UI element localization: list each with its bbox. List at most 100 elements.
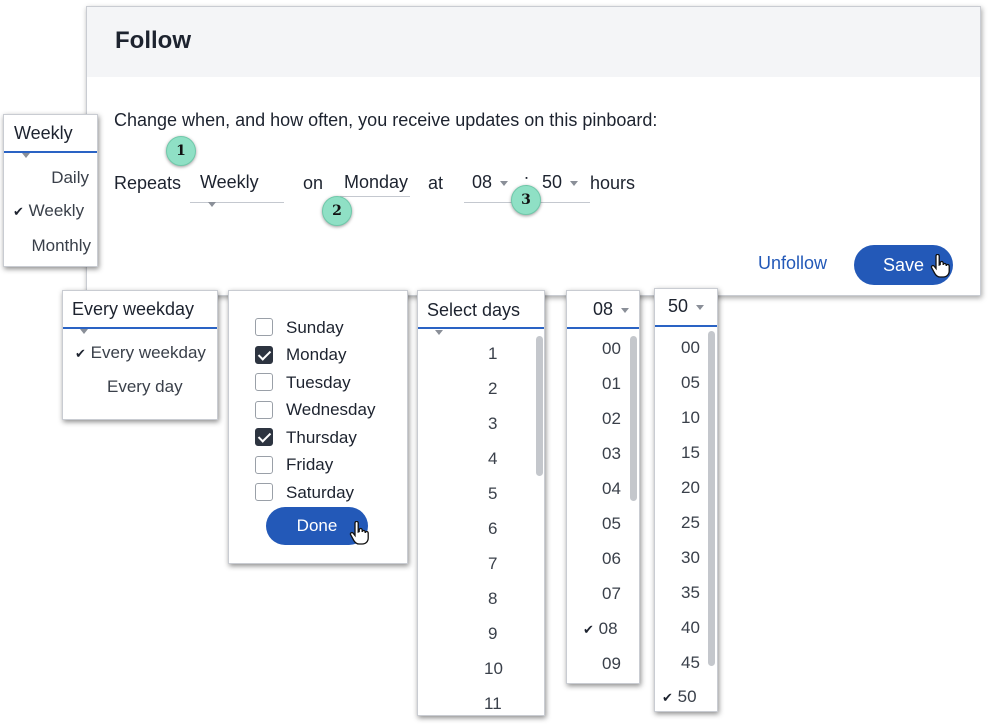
checkbox-saturday[interactable]	[255, 483, 273, 501]
chevron-down-icon	[500, 180, 509, 186]
at-label: at	[428, 173, 444, 193]
unfollow-button[interactable]: Unfollow	[758, 253, 827, 274]
minute-select[interactable]: 50	[534, 169, 590, 203]
minute-dropdown-header[interactable]: 50	[655, 289, 717, 327]
hour-option[interactable]: 00	[602, 339, 621, 359]
minute-option[interactable]: 45	[681, 653, 700, 673]
minute-option[interactable]: 10	[681, 408, 700, 428]
frequency-dropdown-value: Weekly	[14, 123, 73, 143]
day-number-option[interactable]: 10	[484, 659, 503, 679]
dialog-title: Follow	[115, 27, 191, 54]
checkbox-label-thursday: Thursday	[286, 428, 357, 447]
day-number-option[interactable]: 2	[488, 379, 497, 399]
day-number-option[interactable]: 1	[488, 344, 497, 364]
frequency-select[interactable]: Weekly	[190, 169, 284, 207]
chevron-down-icon	[80, 328, 88, 334]
weekday-option-every-weekday[interactable]: ✔ Every weekday	[75, 343, 206, 363]
hour-option[interactable]: 07	[602, 584, 621, 604]
checkbox-friday[interactable]	[255, 456, 273, 474]
checkbox-label-monday: Monday	[286, 345, 347, 364]
frequency-dropdown-header[interactable]: Weekly	[4, 115, 97, 158]
days-checklist: Sunday Monday Tuesday Wednesday Thursday…	[228, 290, 408, 564]
follow-dialog: Follow Change when, and how often, you r…	[86, 6, 981, 296]
minute-dropdown-value: 50	[668, 296, 689, 316]
weekday-dropdown-value: Every weekday	[72, 299, 195, 319]
minute-option[interactable]: 20	[681, 478, 700, 498]
hour-option[interactable]: 01	[602, 374, 621, 394]
checkbox-tuesday[interactable]	[255, 373, 273, 391]
day-number-option[interactable]: 11	[484, 694, 502, 714]
weekday-dropdown: Every weekday ✔ Every weekday Every day	[62, 290, 218, 420]
frequency-option-monthly[interactable]: Monthly	[31, 236, 91, 256]
day-number-option[interactable]: 3	[488, 414, 497, 434]
select-days-dropdown: Select days 1 2 3 4 5 6 7 8 9 10 11	[417, 290, 545, 716]
scrollbar[interactable]	[708, 331, 715, 666]
hour-option-selected-label: 08	[598, 619, 618, 638]
hour-option-selected[interactable]: ✔ 08	[583, 619, 618, 639]
hour-option[interactable]: 04	[602, 479, 621, 499]
minute-option-selected-label: 50	[677, 687, 697, 706]
weekday-option-every-day[interactable]: Every day	[107, 377, 183, 397]
frequency-option-weekly-label: Weekly	[28, 201, 85, 220]
chevron-down-icon	[696, 304, 705, 310]
minute-option[interactable]: 05	[681, 373, 700, 393]
day-number-option[interactable]: 4	[488, 449, 497, 469]
repeats-label: Repeats	[114, 173, 182, 193]
hour-option[interactable]: 06	[602, 549, 621, 569]
frequency-option-daily[interactable]: Daily	[51, 168, 89, 188]
checkbox-sunday[interactable]	[255, 318, 273, 336]
scrollbar[interactable]	[630, 336, 637, 501]
minute-select-value: 50	[542, 172, 563, 192]
hour-option[interactable]: 02	[602, 409, 621, 429]
chevron-down-icon	[570, 180, 579, 186]
day-number-option[interactable]: 5	[488, 484, 497, 504]
minute-dropdown: 50 00 05 10 15 20 25 30 35 40 45 ✔ 50	[654, 288, 718, 712]
hour-dropdown-value: 08	[593, 299, 614, 319]
checkbox-wednesday[interactable]	[255, 401, 273, 419]
check-icon: ✔	[13, 204, 24, 219]
callout-badge-2: 2	[322, 196, 352, 226]
hour-option[interactable]: 05	[602, 514, 621, 534]
dialog-description: Change when, and how often, you receive …	[114, 110, 658, 130]
callout-badge-3: 3	[511, 185, 541, 215]
callout-badge-1: 1	[166, 136, 196, 166]
checkbox-label-wednesday: Wednesday	[286, 400, 376, 419]
minute-option[interactable]: 35	[681, 583, 700, 603]
checkbox-label-saturday: Saturday	[286, 483, 355, 502]
weekday-dropdown-header[interactable]: Every weekday	[63, 291, 217, 334]
check-icon: ✔	[662, 690, 673, 705]
day-number-option[interactable]: 8	[488, 589, 497, 609]
checkbox-thursday[interactable]	[255, 428, 273, 446]
checkbox-label-friday: Friday	[286, 455, 334, 474]
chevron-down-icon	[435, 329, 443, 335]
minute-option[interactable]: 30	[681, 548, 700, 568]
frequency-select-value: Weekly	[200, 172, 259, 192]
chevron-down-icon	[208, 201, 216, 207]
minute-option-selected[interactable]: ✔ 50	[662, 687, 697, 707]
minute-option[interactable]: 25	[681, 513, 700, 533]
minute-option[interactable]: 40	[681, 618, 700, 638]
day-select[interactable]: Monday	[340, 169, 410, 197]
hour-option[interactable]: 03	[602, 444, 621, 464]
checkbox-monday[interactable]	[255, 346, 273, 364]
scrollbar[interactable]	[536, 336, 543, 476]
check-icon: ✔	[583, 622, 594, 637]
weekday-option-every-weekday-label: Every weekday	[90, 343, 206, 362]
minute-option[interactable]: 00	[681, 338, 700, 358]
dialog-header	[87, 7, 980, 77]
hour-option[interactable]: 09	[602, 654, 621, 674]
frequency-option-weekly[interactable]: ✔ Weekly	[13, 201, 84, 221]
select-days-placeholder: Select days	[427, 300, 521, 320]
hour-dropdown: 08 00 01 02 03 04 05 06 07 ✔ 08 09	[566, 290, 640, 684]
day-select-value: Monday	[344, 172, 409, 192]
hour-dropdown-header[interactable]: 08	[567, 291, 639, 329]
minute-option[interactable]: 15	[681, 443, 700, 463]
check-icon: ✔	[75, 346, 86, 361]
day-number-option[interactable]: 6	[488, 519, 497, 539]
day-number-option[interactable]: 7	[488, 554, 497, 574]
hour-select-value: 08	[472, 172, 493, 192]
select-days-dropdown-header[interactable]: Select days	[418, 291, 544, 335]
hand-cursor-icon	[930, 254, 950, 278]
day-number-option[interactable]: 9	[488, 624, 497, 644]
hours-label: hours	[590, 173, 636, 193]
